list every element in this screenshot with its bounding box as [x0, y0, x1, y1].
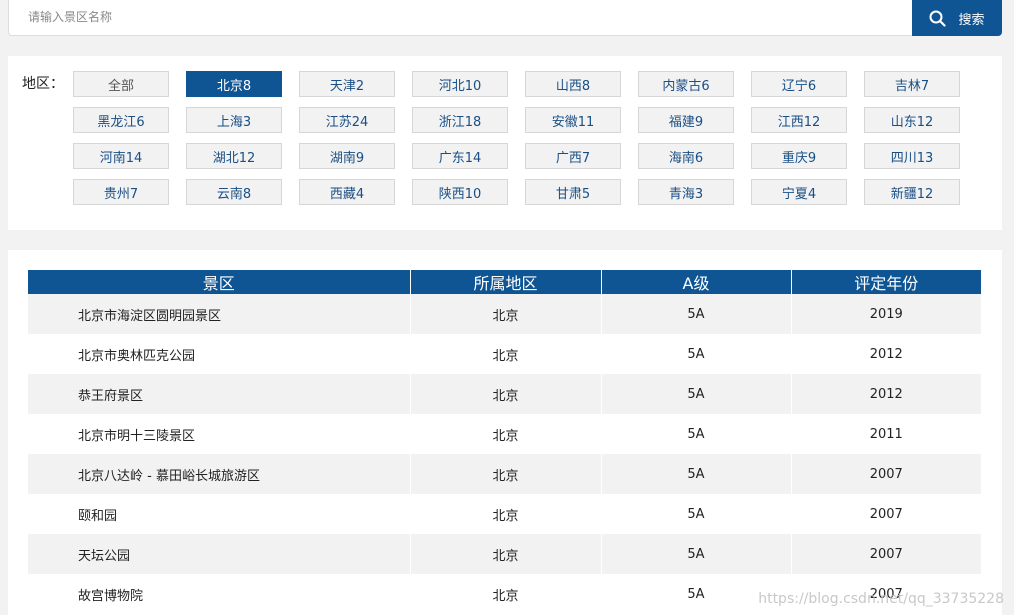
cell-grade: 5A: [601, 374, 792, 414]
cell-grade: 5A: [601, 454, 792, 494]
table-row[interactable]: 北京市奥林匹克公园 北京 5A 2012: [28, 334, 981, 374]
cell-region: 北京: [410, 454, 602, 494]
header-year[interactable]: 评定年份: [791, 270, 981, 294]
region-button[interactable]: 西藏4: [299, 179, 395, 205]
search-bar: 搜索: [8, 0, 1002, 36]
cell-region: 北京: [410, 574, 602, 614]
region-button[interactable]: 江西12: [751, 107, 847, 133]
region-grid: 全部 北京8 天津2 河北10 山西8 内蒙古6 辽宁6 吉林7 黑龙江6 上海3 江苏24 浙江18…: [73, 71, 960, 205]
search-input[interactable]: [9, 0, 913, 34]
cell-year: 2007: [791, 534, 981, 574]
cell-scenic-name[interactable]: 北京市明十三陵景区: [28, 414, 411, 454]
cell-scenic-name[interactable]: 恭王府景区: [28, 374, 411, 414]
region-button[interactable]: 贵州7: [73, 179, 169, 205]
cell-scenic-name[interactable]: 北京市奥林匹克公园: [28, 334, 411, 374]
region-button[interactable]: 山东12: [864, 107, 960, 133]
header-region[interactable]: 所属地区: [410, 270, 602, 294]
cell-region: 北京: [410, 334, 602, 374]
region-button[interactable]: 河南14: [73, 143, 169, 169]
region-button[interactable]: 陕西10: [412, 179, 508, 205]
cell-grade: 5A: [601, 294, 792, 334]
table-header-row: 景区 所属地区 A级 评定年份: [28, 270, 981, 294]
region-button[interactable]: 甘肃5: [525, 179, 621, 205]
region-button[interactable]: 吉林7: [864, 71, 960, 97]
region-filter-panel: 地区： 全部 北京8 天津2 河北10 山西8 内蒙古6 辽宁6 吉林7 黑龙江6 上海3 江苏24…: [8, 56, 1002, 230]
region-button[interactable]: 四川13: [864, 143, 960, 169]
search-button[interactable]: 搜索: [912, 0, 1002, 36]
region-button[interactable]: 黑龙江6: [73, 107, 169, 133]
cell-year: 2007: [791, 454, 981, 494]
header-scenic[interactable]: 景区: [28, 270, 411, 294]
cell-region: 北京: [410, 374, 602, 414]
table-row[interactable]: 颐和园 北京 5A 2007: [28, 494, 981, 534]
table-row[interactable]: 天坛公园 北京 5A 2007: [28, 534, 981, 574]
table-row[interactable]: 北京八达岭 - 慕田峪长城旅游区 北京 5A 2007: [28, 454, 981, 494]
table-row[interactable]: 北京市明十三陵景区 北京 5A 2011: [28, 414, 981, 454]
cell-region: 北京: [410, 494, 602, 534]
cell-grade: 5A: [601, 414, 792, 454]
region-button[interactable]: 河北10: [412, 71, 508, 97]
cell-grade: 5A: [601, 494, 792, 534]
cell-grade: 5A: [601, 534, 792, 574]
region-label: 地区：: [22, 76, 64, 92]
cell-grade: 5A: [601, 334, 792, 374]
cell-scenic-name[interactable]: 北京八达岭 - 慕田峪长城旅游区: [28, 454, 411, 494]
header-grade[interactable]: A级: [601, 270, 792, 294]
region-button[interactable]: 宁夏4: [751, 179, 847, 205]
region-button[interactable]: 湖南9: [299, 143, 395, 169]
search-icon: [929, 10, 947, 27]
region-button[interactable]: 海南6: [638, 143, 734, 169]
region-button[interactable]: 上海3: [186, 107, 282, 133]
region-button[interactable]: 新疆12: [864, 179, 960, 205]
region-button[interactable]: 江苏24: [299, 107, 395, 133]
scenic-table: 景区 所属地区 A级 评定年份 北京市海淀区圆明园景区 北京 5A 2019 北京市奥林…: [28, 270, 981, 614]
region-button[interactable]: 广西7: [525, 143, 621, 169]
region-button[interactable]: 内蒙古6: [638, 71, 734, 97]
region-button[interactable]: 重庆9: [751, 143, 847, 169]
cell-year: 2019: [791, 294, 981, 334]
cell-year: 2007: [791, 494, 981, 534]
cell-scenic-name[interactable]: 故宫博物院: [28, 574, 411, 614]
region-button[interactable]: 安徽11: [525, 107, 621, 133]
cell-region: 北京: [410, 294, 602, 334]
results-panel: 景区 所属地区 A级 评定年份 北京市海淀区圆明园景区 北京 5A 2019 北京市奥林…: [8, 250, 1002, 615]
cell-region: 北京: [410, 414, 602, 454]
region-button[interactable]: 青海3: [638, 179, 734, 205]
region-button[interactable]: 湖北12: [186, 143, 282, 169]
region-button[interactable]: 广东14: [412, 143, 508, 169]
region-button[interactable]: 云南8: [186, 179, 282, 205]
table-row[interactable]: 北京市海淀区圆明园景区 北京 5A 2019: [28, 294, 981, 334]
cell-year: 2011: [791, 414, 981, 454]
region-button[interactable]: 天津2: [299, 71, 395, 97]
search-button-label: 搜索: [958, 12, 985, 28]
cell-region: 北京: [410, 534, 602, 574]
watermark: https://blog.csdn.net/qq_33735228: [758, 591, 1004, 607]
cell-year: 2012: [791, 334, 981, 374]
region-button[interactable]: 浙江18: [412, 107, 508, 133]
cell-scenic-name[interactable]: 天坛公园: [28, 534, 411, 574]
region-button[interactable]: 北京8: [186, 71, 282, 97]
cell-scenic-name[interactable]: 北京市海淀区圆明园景区: [28, 294, 411, 334]
region-button[interactable]: 福建9: [638, 107, 734, 133]
cell-year: 2012: [791, 374, 981, 414]
table-body: 北京市海淀区圆明园景区 北京 5A 2019 北京市奥林匹克公园 北京 5A 2012 恭王府景…: [28, 294, 981, 614]
cell-scenic-name[interactable]: 颐和园: [28, 494, 411, 534]
region-button[interactable]: 全部: [73, 71, 169, 97]
table-row[interactable]: 恭王府景区 北京 5A 2012: [28, 374, 981, 414]
region-button[interactable]: 辽宁6: [751, 71, 847, 97]
region-button[interactable]: 山西8: [525, 71, 621, 97]
